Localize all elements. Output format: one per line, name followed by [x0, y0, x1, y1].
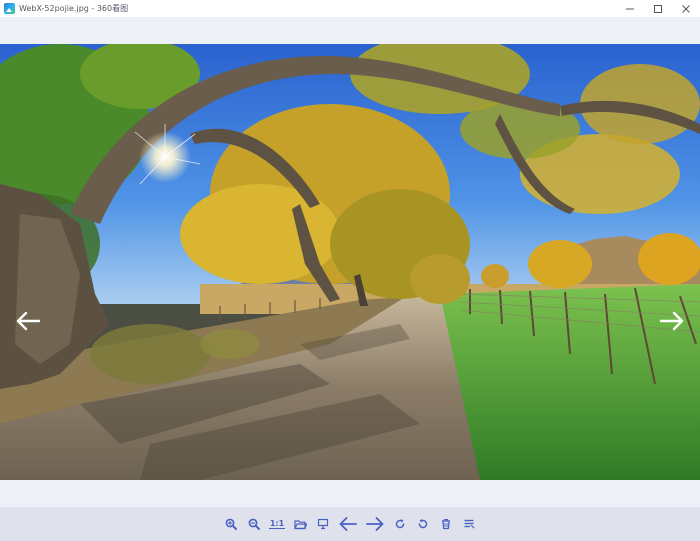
close-button[interactable] — [672, 0, 700, 17]
window-controls — [616, 0, 700, 17]
slideshow-button[interactable] — [312, 512, 334, 536]
minimize-icon — [626, 8, 634, 9]
menu-icon — [464, 519, 475, 529]
rotate-right-icon — [395, 519, 405, 529]
bottom-toolbar: 1:1 — [0, 507, 700, 541]
image-viewport[interactable] — [0, 44, 700, 480]
arrow-left-icon — [339, 517, 357, 531]
open-folder-button[interactable] — [289, 512, 311, 536]
arrow-right-icon — [366, 517, 384, 531]
close-icon — [682, 4, 690, 13]
title-bar: WebX-52pojie.jpg - 360看图 — [0, 0, 700, 17]
previous-image-button[interactable] — [13, 306, 43, 336]
rotate-right-button[interactable] — [389, 512, 411, 536]
delete-button[interactable] — [435, 512, 457, 536]
landscape-photo — [0, 44, 700, 480]
viewer-window: WebX-52pojie.jpg - 360看图 1:1 — [0, 0, 700, 541]
minimize-button[interactable] — [616, 0, 644, 17]
previous-button[interactable] — [335, 512, 361, 536]
trash-icon — [442, 519, 450, 530]
arrow-left-icon — [16, 311, 41, 331]
rotate-left-icon — [418, 519, 428, 529]
folder-icon — [293, 519, 307, 529]
arrow-right-icon — [659, 311, 684, 331]
zoom-in-icon — [225, 518, 237, 530]
next-button[interactable] — [362, 512, 388, 536]
maximize-button[interactable] — [644, 0, 672, 17]
actual-size-button[interactable]: 1:1 — [266, 512, 288, 536]
slideshow-icon — [317, 518, 329, 530]
zoom-in-button[interactable] — [220, 512, 242, 536]
window-title: WebX-52pojie.jpg - 360看图 — [19, 4, 129, 13]
actual-size-label: 1:1 — [268, 519, 286, 529]
rotate-left-button[interactable] — [412, 512, 434, 536]
next-image-button[interactable] — [657, 306, 687, 336]
more-menu-button[interactable] — [458, 512, 480, 536]
zoom-out-icon — [248, 518, 260, 530]
maximize-icon — [654, 4, 662, 13]
app-icon — [4, 3, 15, 14]
zoom-out-button[interactable] — [243, 512, 265, 536]
